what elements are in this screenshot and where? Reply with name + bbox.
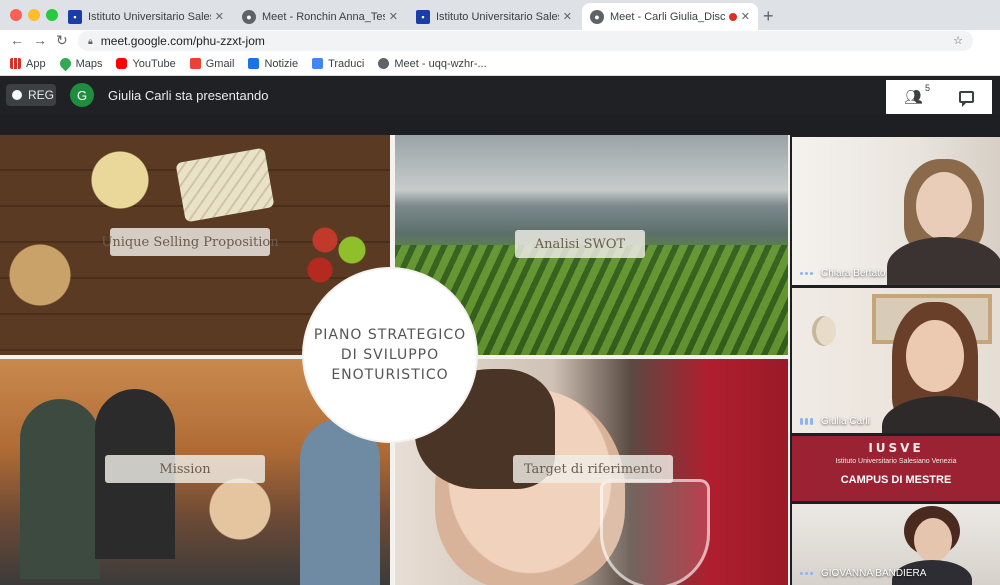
bookmark-label: App xyxy=(26,57,46,70)
meet-header: REG G Giulia Carli sta presentando 👥︎ 5 xyxy=(0,77,1000,115)
slide-label-usp: Unique Selling Proposition xyxy=(101,228,279,256)
record-icon xyxy=(12,90,22,100)
participant-tile[interactable]: Chiara Bertato xyxy=(792,137,1000,285)
bookmark-label: YouTube xyxy=(132,57,176,70)
tab-title: Meet - Carli Giulia_Discuss xyxy=(610,10,725,23)
bookmark-label: Traduci xyxy=(328,57,365,70)
participant-name-tag: Giulia Carli xyxy=(800,416,870,427)
presenter-status: Giulia Carli sta presentando xyxy=(108,88,269,103)
browser-toolbar: ← → ↻ 🔒︎ meet.google.com/phu-zzxt-jom ☆ xyxy=(0,30,1000,52)
bookmark-star-icon[interactable]: ☆ xyxy=(953,34,963,47)
meet-icon: ● xyxy=(242,9,256,24)
recording-dot-icon xyxy=(728,12,737,21)
close-tab-icon[interactable]: ✕ xyxy=(741,10,750,23)
logo-subtitle: Istituto Universitario Salesiano Venezia xyxy=(835,458,957,465)
speaking-indicator-icon xyxy=(800,418,815,425)
participant-tile[interactable]: IUSVE Istituto Universitario Salesiano V… xyxy=(792,436,1000,501)
gmail-icon xyxy=(189,58,201,69)
tab-strip: ▪ Istituto Universitario Salesiano ✕ ● M… xyxy=(0,0,1000,30)
slide-title-line: PIANO STRATEGICO xyxy=(313,327,467,343)
maximize-window-button[interactable] xyxy=(46,9,58,21)
bookmark-label: Maps xyxy=(75,57,103,70)
bookmark-news[interactable]: Notizie xyxy=(248,58,298,70)
audio-indicator-icon xyxy=(800,572,815,575)
presentation-slide: Unique Selling Proposition Analisi SWOT … xyxy=(0,135,790,585)
slide-label-target: Target di riferimento xyxy=(513,455,673,483)
meet-call: REG G Giulia Carli sta presentando 👥︎ 5 U… xyxy=(0,77,1000,585)
forward-icon[interactable]: → xyxy=(33,32,47,48)
slide-title-line: DI SVILUPPO xyxy=(340,347,440,363)
apps-icon xyxy=(10,58,21,69)
meet-actions: 👥︎ 5 xyxy=(886,80,992,114)
url-text: meet.google.com/phu-zzxt-jom xyxy=(100,34,265,48)
tab-istituto-1[interactable]: ▪ Istituto Universitario Salesiano ✕ xyxy=(60,3,232,30)
close-tab-icon[interactable]: ✕ xyxy=(389,10,398,23)
tab-istituto-2[interactable]: ▪ Istituto Universitario Salesiano ✕ xyxy=(408,3,580,30)
meet-icon: ● xyxy=(590,9,604,24)
bookmark-maps[interactable]: Maps xyxy=(57,55,103,72)
chat-icon[interactable] xyxy=(959,91,974,107)
slide-title: PIANO STRATEGICO DI SVILUPPO ENOTURISTIC… xyxy=(304,269,476,441)
tab-title: Istituto Universitario Salesiano xyxy=(88,10,211,23)
participant-tile[interactable]: Giulia Carli xyxy=(792,288,1000,433)
people-icon[interactable]: 👥︎ 5 xyxy=(904,83,930,106)
bookmark-label: Notizie xyxy=(264,57,299,70)
new-tab-button[interactable]: + xyxy=(763,6,774,27)
tab-title: Meet - Ronchin Anna_Tesi di M xyxy=(262,10,385,23)
bookmark-meet[interactable]: Meet - uqq-wzhr-... xyxy=(378,57,487,70)
meet-icon xyxy=(378,58,390,69)
bookmark-label: Gmail xyxy=(205,57,235,70)
participant-name-tag: GIOVANNA BANDIERA xyxy=(800,568,926,579)
university-icon: ▪ xyxy=(416,9,430,24)
news-icon xyxy=(248,58,260,69)
university-icon: ▪ xyxy=(68,9,82,24)
avatar: G xyxy=(70,83,94,107)
participant-name: Giulia Carli xyxy=(821,416,870,427)
translate-icon xyxy=(312,58,324,69)
bookmark-apps[interactable]: App xyxy=(10,58,46,70)
recording-label: REG xyxy=(28,88,55,102)
bookmark-label: Meet - uqq-wzhr-... xyxy=(394,57,487,70)
bookmark-youtube[interactable]: YouTube xyxy=(116,57,176,70)
reload-icon[interactable]: ↻ xyxy=(56,32,68,49)
tab-meet-carli[interactable]: ● Meet - Carli Giulia_Discuss ✕ xyxy=(582,3,758,30)
recording-button[interactable]: REG xyxy=(6,84,56,106)
address-bar[interactable]: 🔒︎ meet.google.com/phu-zzxt-jom ☆ xyxy=(78,31,973,51)
close-tab-icon[interactable]: ✕ xyxy=(563,10,572,23)
youtube-icon xyxy=(116,58,128,69)
lock-icon: 🔒︎ xyxy=(88,35,93,46)
tab-meet-ronchin[interactable]: ● Meet - Ronchin Anna_Tesi di M ✕ xyxy=(234,3,406,30)
participant-count: 5 xyxy=(925,83,931,93)
slide-title-line: ENOTURISTICO xyxy=(331,367,449,383)
participant-name-tag: Chiara Bertato xyxy=(800,268,885,279)
slide-label-mission: Mission xyxy=(105,455,265,483)
slide-label-swot: Analisi SWOT xyxy=(515,230,645,258)
participant-name: GIOVANNA BANDIERA xyxy=(821,568,927,579)
close-window-button[interactable] xyxy=(10,9,22,21)
bookmark-gmail[interactable]: Gmail xyxy=(189,57,235,70)
participant-name: Chiara Bertato xyxy=(821,268,886,279)
audio-indicator-icon xyxy=(800,272,815,275)
maps-icon xyxy=(57,55,73,72)
close-tab-icon[interactable]: ✕ xyxy=(215,10,224,23)
bookmark-translate[interactable]: Traduci xyxy=(312,58,364,70)
bookmarks-bar: App Maps YouTube Gmail Notizie Traduci M… xyxy=(0,52,1000,76)
participant-name: CAMPUS DI MESTRE xyxy=(840,474,952,486)
tab-title: Istituto Universitario Salesiano xyxy=(436,10,559,23)
minimize-window-button[interactable] xyxy=(28,9,40,21)
back-icon[interactable]: ← xyxy=(10,32,24,48)
iusve-logo: IUSVE xyxy=(868,441,924,455)
participant-tile[interactable]: GIOVANNA BANDIERA xyxy=(792,504,1000,585)
